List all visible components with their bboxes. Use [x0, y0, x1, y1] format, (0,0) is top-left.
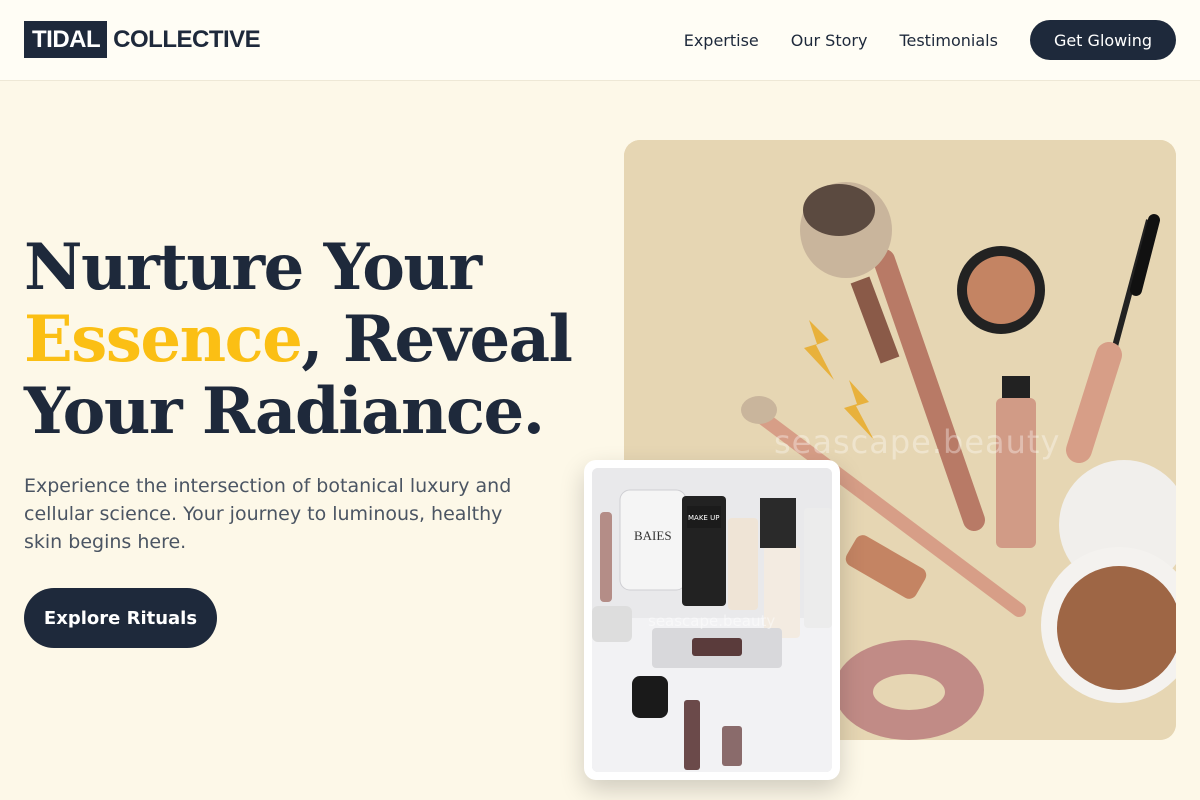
jar-icon — [592, 606, 632, 642]
nav-link-our-story[interactable]: Our Story — [791, 31, 868, 50]
nav-link-expertise[interactable]: Expertise — [684, 31, 759, 50]
candle-jar-icon: BAIES — [619, 489, 687, 591]
hero-inset-card: BAIES MAKE UP seascape.beauty — [584, 460, 840, 780]
primer-label: MAKE UP — [688, 514, 719, 522]
primer-bottle-icon: MAKE UP — [682, 496, 726, 606]
lip-gloss-icon — [600, 512, 612, 602]
hero-subtitle: Experience the intersection of botanical… — [24, 475, 512, 553]
explore-rituals-button[interactable]: Explore Rituals — [24, 588, 217, 648]
brand-logo[interactable]: TIDAL COLLECTIVE — [24, 21, 261, 58]
bottle-cap-icon — [760, 498, 796, 548]
scrunchie-icon — [834, 640, 984, 740]
get-glowing-button[interactable]: Get Glowing — [1029, 20, 1176, 60]
hero-title-line1: Nurture Your — [24, 230, 482, 305]
lipstick-tube-icon — [996, 376, 1036, 548]
logo-box-text: TIDAL — [24, 21, 108, 58]
tube-icon — [804, 508, 832, 628]
lipstick-icon — [692, 638, 742, 656]
site-header: TIDAL COLLECTIVE Expertise Our Story Tes… — [0, 0, 1200, 81]
main-image-watermark: seascape.beauty — [774, 423, 1061, 461]
logo-rest-text: COLLECTIVE — [113, 25, 261, 53]
lipstick-icon — [684, 700, 700, 770]
hero-title: Nurture Your Essence, Reveal Your Radian… — [24, 232, 584, 448]
candle-label: BAIES — [634, 528, 672, 543]
hero-inset-image: BAIES MAKE UP seascape.beauty — [592, 468, 832, 772]
black-cap-icon — [632, 676, 668, 718]
main-nav: Expertise Our Story Testimonials Get Glo… — [684, 20, 1176, 60]
hero-title-after-accent: , Reveal — [301, 302, 573, 377]
foundation-bottle-icon — [728, 518, 758, 610]
lipstick-icon — [722, 726, 742, 766]
nav-link-testimonials[interactable]: Testimonials — [899, 31, 998, 50]
hero-title-line3: Your Radiance. — [24, 374, 545, 449]
inset-image-watermark: seascape.beauty — [648, 612, 776, 630]
cream-compact-icon — [957, 246, 1045, 334]
hero-title-accent: Essence — [24, 302, 303, 377]
